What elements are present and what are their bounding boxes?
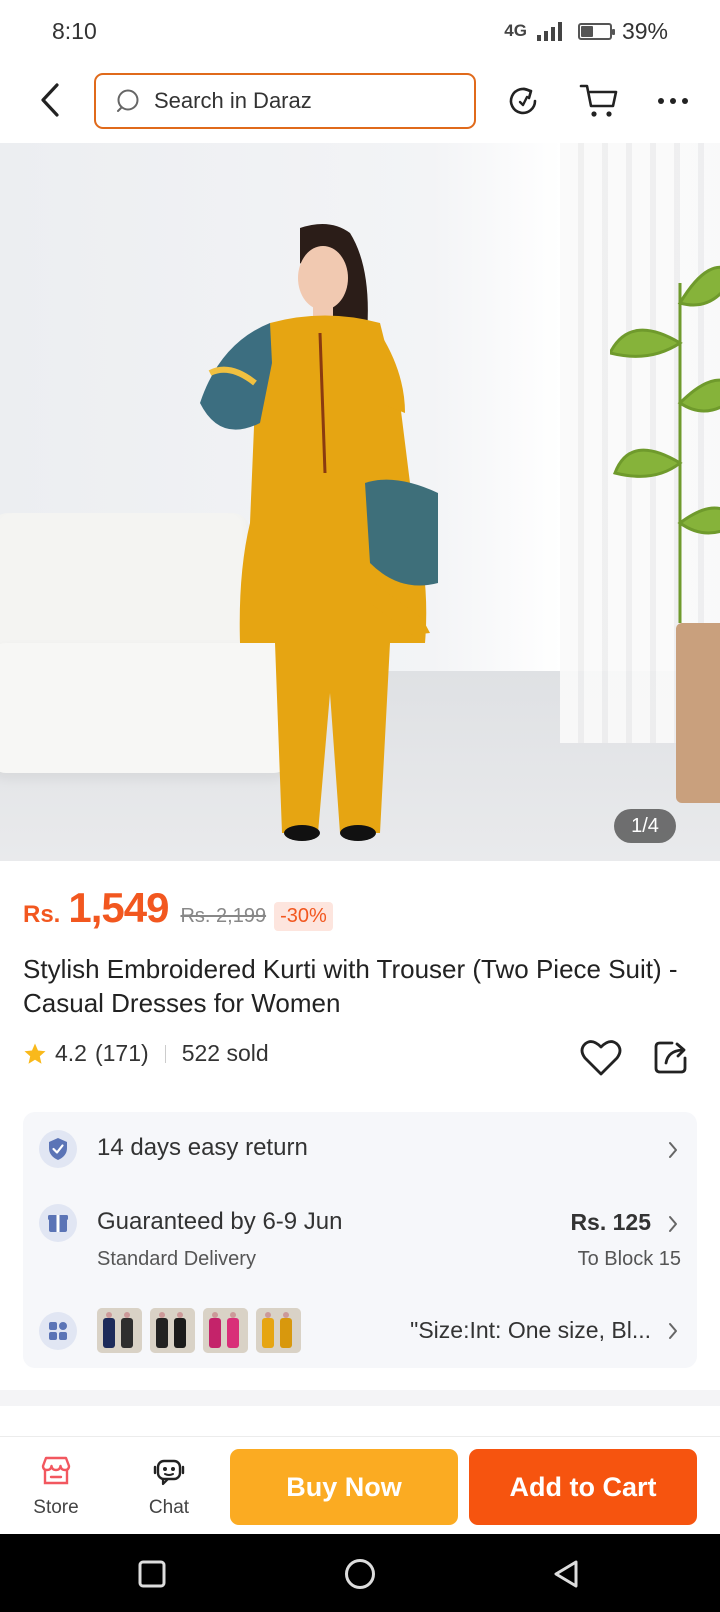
top-bar: Search in Daraz bbox=[0, 62, 720, 142]
image-counter-badge: 1/4 bbox=[614, 809, 676, 843]
delivery-row[interactable]: Guaranteed by 6-9 Jun Standard Delivery … bbox=[39, 1204, 681, 1284]
more-dots-icon bbox=[658, 98, 688, 104]
variant-thumbnails bbox=[97, 1308, 301, 1353]
network-type: 4G bbox=[504, 21, 527, 40]
rating-row[interactable]: 4.2 (171) 522 sold bbox=[23, 1040, 269, 1067]
heart-icon bbox=[580, 1040, 622, 1076]
discount-badge: -30% bbox=[274, 902, 333, 931]
product-model-figure bbox=[200, 224, 438, 841]
system-back-button[interactable] bbox=[548, 1556, 584, 1592]
more-button[interactable] bbox=[652, 80, 694, 122]
variant-row[interactable]: "Size:Int: One size, Bl... bbox=[39, 1308, 681, 1354]
product-image-gallery[interactable]: 1/4 bbox=[0, 143, 720, 861]
chevron-right-icon bbox=[665, 1138, 681, 1162]
price-currency: Rs. bbox=[23, 901, 61, 928]
original-price: Rs. 2,199 bbox=[180, 905, 267, 927]
delivery-method-text: Standard Delivery bbox=[97, 1248, 256, 1270]
refresh-icon bbox=[509, 87, 537, 115]
home-circle-icon bbox=[345, 1559, 375, 1589]
search-icon bbox=[117, 89, 139, 112]
battery-icon bbox=[577, 22, 615, 40]
variant-thumbnail[interactable] bbox=[203, 1308, 248, 1353]
home-button[interactable] bbox=[342, 1556, 378, 1592]
system-navigation-bar bbox=[0, 1534, 720, 1612]
rating-score: 4.2 bbox=[55, 1040, 87, 1066]
status-time: 8:10 bbox=[52, 17, 97, 44]
chevron-right-icon bbox=[665, 1319, 681, 1343]
service-info-card: 14 days easy return Guaranteed by 6-9 Ju… bbox=[23, 1112, 697, 1368]
signal-icon bbox=[536, 21, 562, 41]
rating-count: (171) bbox=[94, 1040, 149, 1066]
status-bar: 8:10 4G 39% bbox=[0, 0, 720, 62]
return-policy-text: 14 days easy return bbox=[97, 1134, 308, 1161]
chat-robot-icon bbox=[149, 1451, 189, 1491]
history-button[interactable] bbox=[502, 80, 544, 122]
cart-button[interactable] bbox=[578, 80, 620, 122]
rating-divider bbox=[164, 1044, 166, 1063]
search-placeholder: Search in Daraz bbox=[154, 88, 312, 113]
chat-label: Chat bbox=[148, 1497, 190, 1518]
star-icon bbox=[24, 1043, 46, 1064]
store-button[interactable]: Store bbox=[16, 1451, 96, 1519]
price-row: Rs. 1,549 Rs. 2,199 -30% bbox=[23, 884, 333, 932]
share-icon bbox=[654, 1041, 687, 1074]
chevron-right-icon bbox=[665, 1212, 681, 1236]
delivery-destination: To Block 15 bbox=[577, 1248, 681, 1270]
variant-thumbnail[interactable] bbox=[256, 1308, 301, 1353]
delivery-guarantee-text: Guaranteed by 6-9 Jun bbox=[97, 1208, 343, 1235]
variant-thumbnail[interactable] bbox=[97, 1308, 142, 1353]
cart-icon bbox=[579, 84, 618, 117]
buy-now-button[interactable]: Buy Now bbox=[230, 1449, 458, 1525]
recents-button[interactable] bbox=[134, 1556, 170, 1592]
package-icon bbox=[39, 1204, 77, 1242]
current-price: 1,549 bbox=[68, 884, 169, 931]
return-policy-row[interactable]: 14 days easy return bbox=[39, 1130, 681, 1170]
section-separator bbox=[0, 1390, 720, 1406]
status-indicators: 4G 39% bbox=[504, 18, 668, 45]
battery-percent: 39% bbox=[621, 17, 668, 44]
shipping-fee: Rs. 125 bbox=[570, 1209, 651, 1235]
grid-icon bbox=[39, 1312, 77, 1350]
bottom-action-bar: Store Chat Buy Now Add to Cart bbox=[0, 1436, 720, 1534]
shield-check-icon bbox=[39, 1130, 77, 1168]
product-title: Stylish Embroidered Kurti with Trouser (… bbox=[23, 954, 678, 1018]
chat-button[interactable]: Chat bbox=[129, 1451, 209, 1519]
back-triangle-icon bbox=[554, 1560, 578, 1588]
store-label: Store bbox=[33, 1497, 79, 1518]
wishlist-button[interactable] bbox=[580, 1038, 622, 1078]
variant-selection-text: "Size:Int: One size, Bl... bbox=[410, 1317, 651, 1343]
search-input[interactable]: Search in Daraz bbox=[94, 73, 476, 129]
back-arrow-icon bbox=[41, 83, 59, 117]
add-to-cart-button[interactable]: Add to Cart bbox=[469, 1449, 697, 1525]
share-button[interactable] bbox=[652, 1038, 692, 1078]
store-icon bbox=[36, 1451, 76, 1491]
plant-leaves bbox=[610, 265, 720, 623]
plant-pot bbox=[676, 623, 720, 803]
variant-thumbnail[interactable] bbox=[150, 1308, 195, 1353]
sold-count: 522 sold bbox=[181, 1040, 269, 1066]
recents-square-icon bbox=[138, 1560, 166, 1588]
back-button[interactable] bbox=[30, 80, 70, 120]
